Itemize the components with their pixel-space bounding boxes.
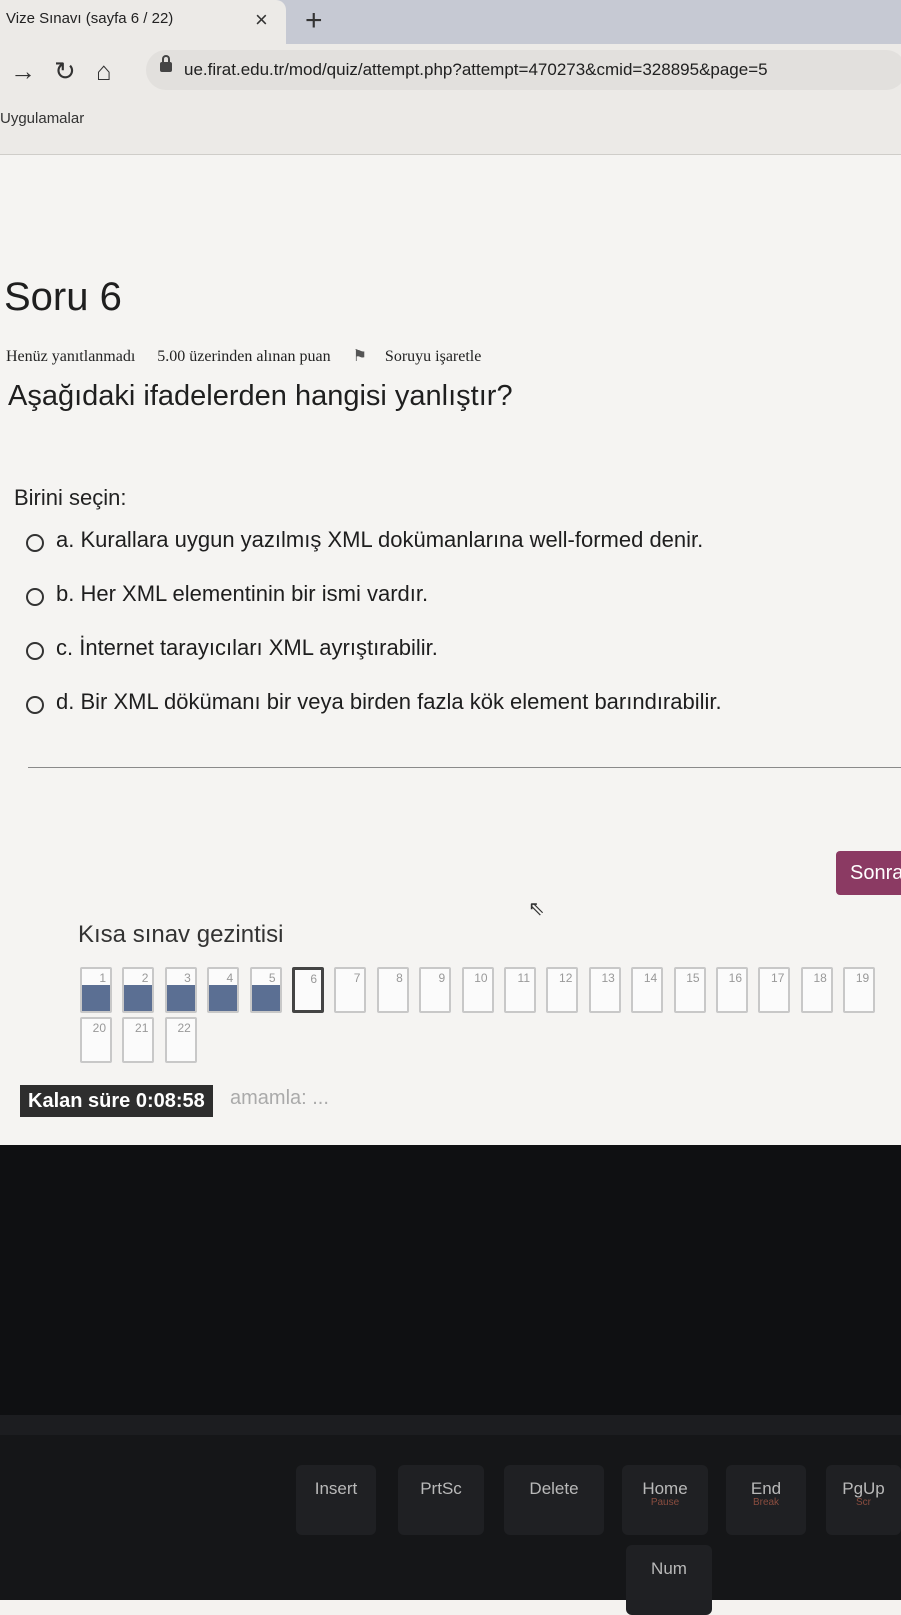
key-delete: Delete bbox=[504, 1465, 604, 1535]
quiz-nav-number: 18 bbox=[813, 971, 827, 985]
quiz-nav-button[interactable]: 9 bbox=[419, 967, 452, 1013]
question-text: Aşağıdaki ifadelerden hangisi yanlıştır? bbox=[8, 380, 513, 412]
quiz-nav-button[interactable]: 19 bbox=[843, 967, 876, 1013]
quiz-nav-number: 2 bbox=[141, 971, 149, 985]
radio-button[interactable] bbox=[26, 642, 44, 660]
flag-icon: ⚑ bbox=[352, 348, 367, 365]
quiz-nav-number: 21 bbox=[135, 1021, 149, 1035]
quiz-nav-number: 7 bbox=[353, 971, 361, 985]
close-tab-icon[interactable]: × bbox=[255, 7, 268, 33]
quiz-nav-number: 15 bbox=[686, 971, 700, 985]
radio-button[interactable] bbox=[26, 696, 44, 714]
key-num: Num bbox=[626, 1545, 712, 1615]
option-label[interactable]: c. İnternet tarayıcıları XML ayrıştırabi… bbox=[56, 635, 438, 661]
option-label[interactable]: b. Her XML elementinin bir ismi vardır. bbox=[56, 581, 428, 607]
quiz-nav-button[interactable]: 16 bbox=[716, 967, 748, 1013]
bookmarks-bar: Uygulamalar bbox=[0, 100, 901, 155]
quiz-nav-button[interactable]: 2 bbox=[122, 967, 155, 1013]
browser-toolbar: → ↻ ⌂ ue.firat.edu.tr/mod/quiz/attempt.p… bbox=[0, 44, 901, 100]
quiz-nav-button[interactable]: 1 bbox=[80, 967, 112, 1013]
quiz-nav-number: 16 bbox=[728, 971, 742, 985]
question-status: Henüz yanıtlanmadı bbox=[6, 348, 136, 365]
key-pgup: PgUp Scr bbox=[826, 1465, 901, 1535]
answer-option-a[interactable]: a. Kurallara uygun yazılmış XML dokümanl… bbox=[26, 527, 886, 581]
quiz-nav-button[interactable]: 21 bbox=[122, 1017, 155, 1063]
quiz-nav-button[interactable]: 3 bbox=[164, 967, 197, 1013]
quiz-nav-number: 8 bbox=[396, 971, 403, 985]
question-info: Henüz yanıtlanmadı 5.00 üzerinden alınan… bbox=[6, 346, 517, 366]
bookmark-apps[interactable]: Uygulamalar bbox=[0, 110, 84, 127]
quiz-nav-button[interactable]: 17 bbox=[758, 967, 791, 1013]
quiz-nav-number: 10 bbox=[474, 971, 488, 985]
quiz-nav-number: 11 bbox=[517, 971, 530, 985]
select-prompt: Birini seçin: bbox=[14, 485, 127, 510]
question-points: 5.00 üzerinden alınan puan bbox=[157, 348, 331, 365]
quiz-nav-number: 5 bbox=[268, 971, 276, 985]
browser-tab[interactable]: Vize Sınavı (sayfa 6 / 22) × bbox=[0, 0, 286, 44]
quiz-nav-number: 6 bbox=[310, 972, 317, 986]
finish-attempt-link[interactable]: amamla: ... bbox=[230, 1087, 329, 1110]
lock-icon bbox=[160, 55, 172, 72]
quiz-nav-button[interactable]: 13 bbox=[588, 967, 621, 1013]
flag-question-link[interactable]: ⚑ Soruyu işaretle bbox=[353, 348, 500, 365]
quiz-nav-number: 17 bbox=[771, 971, 785, 985]
quiz-nav-button[interactable]: 8 bbox=[376, 967, 409, 1013]
quiz-nav-button[interactable]: 4 bbox=[207, 967, 240, 1013]
question-title: Soru 6 bbox=[4, 275, 122, 319]
quiz-nav-button[interactable]: 6 bbox=[292, 967, 324, 1013]
home-icon[interactable]: ⌂ bbox=[96, 56, 112, 87]
key-insert: Insert bbox=[296, 1465, 376, 1535]
forward-icon[interactable]: → bbox=[10, 56, 36, 87]
quiz-nav-button[interactable]: 18 bbox=[800, 967, 833, 1013]
option-label[interactable]: d. Bir XML dökümanı bir veya birden fazl… bbox=[56, 689, 722, 715]
answer-option-c[interactable]: c. İnternet tarayıcıları XML ayrıştırabi… bbox=[26, 635, 886, 689]
quiz-nav-button[interactable]: 20 bbox=[80, 1017, 112, 1063]
laptop-hinge bbox=[0, 1415, 901, 1435]
next-page-button[interactable]: Sonra bbox=[836, 851, 901, 895]
laptop-body: Insert PrtSc Delete Home Pause End Break P… bbox=[0, 1145, 901, 1615]
answer-option-d[interactable]: d. Bir XML dökümanı bir veya birden fazl… bbox=[26, 689, 886, 743]
answer-option-b[interactable]: b. Her XML elementinin bir ismi vardır. bbox=[26, 581, 886, 635]
quiz-nav-number: 19 bbox=[855, 971, 870, 985]
quiz-nav-button[interactable]: 14 bbox=[631, 967, 664, 1013]
quiz-nav-number: 13 bbox=[601, 971, 615, 985]
quiz-nav-button[interactable]: 15 bbox=[673, 967, 706, 1013]
quiz-nav-button[interactable]: 5 bbox=[249, 967, 282, 1013]
quiz-nav-number: 12 bbox=[559, 971, 573, 985]
divider bbox=[28, 767, 901, 768]
quiz-nav-button[interactable]: 7 bbox=[334, 967, 367, 1013]
new-tab-icon[interactable]: + bbox=[305, 4, 323, 38]
quiz-navigation-title: Kısa sınav gezintisi bbox=[78, 921, 284, 948]
quiz-page: Soru 6 Henüz yanıtlanmadı 5.00 üzerinden… bbox=[0, 155, 901, 1145]
quiz-nav-button[interactable]: 12 bbox=[546, 967, 579, 1013]
answer-options: a. Kurallara uygun yazılmış XML dokümanl… bbox=[26, 527, 886, 743]
tab-title: Vize Sınavı (sayfa 6 / 22) bbox=[6, 10, 174, 27]
laptop-bezel bbox=[0, 1145, 901, 1415]
key-prtsc: PrtSc bbox=[398, 1465, 484, 1535]
quiz-nav-number: 1 bbox=[99, 971, 106, 985]
reload-icon[interactable]: ↻ bbox=[54, 56, 76, 87]
tab-bar: Vize Sınavı (sayfa 6 / 22) × + bbox=[0, 0, 901, 44]
quiz-nav-number: 20 bbox=[92, 1021, 106, 1035]
address-bar[interactable]: ue.firat.edu.tr/mod/quiz/attempt.php?att… bbox=[146, 50, 901, 90]
quiz-nav-button[interactable]: 11 bbox=[504, 967, 536, 1013]
url-text: ue.firat.edu.tr/mod/quiz/attempt.php?att… bbox=[184, 60, 768, 79]
quiz-nav-button[interactable]: 10 bbox=[461, 967, 494, 1013]
time-remaining: Kalan süre 0:08:58 bbox=[20, 1085, 213, 1117]
key-home: Home Pause bbox=[622, 1465, 708, 1535]
key-end: End Break bbox=[726, 1465, 806, 1535]
mouse-cursor-icon: ⇖ bbox=[528, 898, 545, 920]
quiz-nav-number: 4 bbox=[226, 971, 234, 985]
flag-label: Soruyu işaretle bbox=[384, 348, 482, 365]
quiz-nav-number: 14 bbox=[643, 971, 658, 985]
quiz-nav-number: 22 bbox=[177, 1021, 191, 1035]
quiz-nav-button[interactable]: 22 bbox=[164, 1017, 197, 1063]
quiz-nav-number: 9 bbox=[438, 971, 446, 985]
radio-button[interactable] bbox=[26, 534, 44, 552]
option-label[interactable]: a. Kurallara uygun yazılmış XML dokümanl… bbox=[56, 527, 703, 553]
quiz-nav-number: 3 bbox=[184, 971, 191, 985]
radio-button[interactable] bbox=[26, 588, 44, 606]
